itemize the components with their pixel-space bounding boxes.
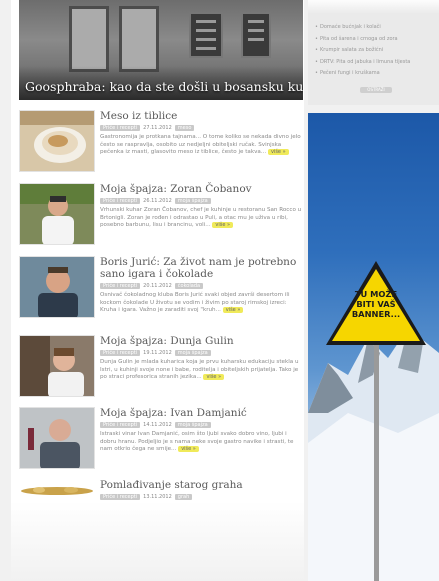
article-title[interactable]: Meso iz tiblice — [100, 110, 304, 122]
article-excerpt: Istraski vinar Ivan Damjanić, osim što l… — [100, 431, 304, 454]
tag-badge[interactable]: moja špajza — [174, 349, 211, 356]
sidebar-item[interactable]: • Domaće bućnjak i kolači — [315, 22, 439, 34]
window-image — [119, 6, 159, 72]
poster-image — [241, 12, 271, 58]
sidebar-list: • Domaće bućnjak i kolači • Pita od šarena… — [315, 22, 439, 80]
sidebar-item[interactable]: • DRTV: Pita od jabuka i limuna tijesta — [315, 57, 439, 69]
excerpt-text: Dunja Gulin je mlada kuharica koja je pr… — [100, 359, 299, 381]
tag-badge[interactable]: meso — [174, 124, 195, 131]
article-title[interactable]: Boris Jurić: Za život nam je potrebno sa… — [100, 256, 304, 280]
sidebar-item-label: DRTV: Pita od jabuka i limuna tijesta — [320, 58, 411, 65]
read-more-link[interactable]: više » — [222, 307, 244, 314]
poster-image — [189, 12, 223, 58]
sidebar-item[interactable]: • Pečeni fungi i kruškama — [315, 68, 439, 80]
read-more-link[interactable]: više » — [203, 374, 225, 381]
tag-badge[interactable]: čokolada — [174, 282, 204, 289]
page: Goosphraba: kao da ste došli u bosansku … — [0, 0, 439, 581]
article-excerpt: Vrhunski kuhar Zoran Čobanov, chef je ku… — [100, 207, 304, 230]
excerpt-text: Vrhunski kuhar Zoran Čobanov, chef je ku… — [100, 207, 302, 229]
article-excerpt: Dunja Gulin je mlada kuharica koja je pr… — [100, 359, 304, 382]
banner-scene-image — [308, 261, 439, 581]
article-date: 13.11.2012 — [143, 493, 172, 500]
category-badge[interactable]: Priče i recepti — [100, 124, 141, 131]
article-thumbnail[interactable] — [19, 256, 95, 318]
category-badge[interactable]: Priče i recepti — [100, 421, 141, 428]
article-excerpt: Gastronomija je protkana tajnama... O to… — [100, 134, 304, 157]
category-badge[interactable]: Priče i recepti — [100, 197, 141, 204]
sidebar-item-label: Krumpir salata za božićni — [320, 47, 384, 53]
article-date: 27.11.2012 — [143, 124, 172, 131]
tag-badge[interactable]: grah — [174, 493, 193, 500]
article-meta: Priče i recepti 27.11.2012 meso — [100, 124, 304, 131]
window-image — [69, 6, 109, 72]
article-thumbnail[interactable] — [19, 479, 95, 499]
article-date: 19.11.2012 — [143, 349, 172, 356]
article-thumbnail[interactable] — [19, 183, 95, 245]
tag-badge[interactable]: moja špajza — [174, 421, 211, 428]
category-badge[interactable]: Priče i recepti — [100, 282, 141, 289]
read-more-link[interactable]: više » — [178, 446, 199, 453]
article-title[interactable]: Moja špajza: Dunja Gulin — [100, 335, 304, 347]
sidebar-item-label: Pita od šarena i crnoga od zora — [320, 35, 398, 42]
list-fade — [0, 501, 305, 581]
article-meta: Priče i recepti 14.11.2012 moja špajza — [100, 421, 304, 428]
sidebar-fade — [308, 0, 439, 14]
hero-title[interactable]: Goosphraba: kao da ste došli u bosansku … — [25, 79, 303, 94]
article-meta: Priče i recepti 13.11.2012 grah — [100, 493, 304, 500]
sidebar-item-label: Domaće bućnjak i kolači — [320, 24, 381, 30]
article-meta: Priče i recepti 26.11.2012 moja špajza — [100, 197, 304, 204]
banner-text: TU MOŽE BITI VAŠ BANNER... — [351, 289, 401, 319]
sidebar-item[interactable]: • Krumpir salata za božićni — [315, 45, 439, 57]
hero-banner[interactable]: Goosphraba: kao da ste došli u bosansku … — [19, 0, 303, 100]
sidebar-item-label: Pečeni fungi i kruškama — [320, 70, 380, 76]
article-thumbnail[interactable] — [19, 110, 95, 172]
sidebar-button[interactable]: OSTRAŽI — [360, 87, 392, 93]
read-more-link[interactable]: više » — [212, 222, 234, 229]
article-thumbnail[interactable] — [19, 407, 95, 469]
category-badge[interactable]: Priče i recepti — [100, 349, 141, 356]
article-title[interactable]: Moja špajza: Ivan Damjanić — [100, 407, 304, 419]
read-more-link[interactable]: više » — [267, 149, 289, 156]
article-title[interactable]: Pomlađivanje starog graha — [100, 479, 304, 491]
article-title[interactable]: Moja špajza: Zoran Čobanov — [100, 183, 304, 195]
article-meta: Priče i recepti 20.11.2012 čokolada — [100, 282, 304, 289]
excerpt-text: Osnivač čokoladnog kluba Boris Jurić sva… — [100, 292, 290, 314]
banner-ad[interactable]: TU MOŽE BITI VAŠ BANNER... — [308, 113, 439, 581]
article-date: 20.11.2012 — [143, 282, 172, 289]
article-meta: Priče i recepti 19.11.2012 moja špajza — [100, 349, 304, 356]
sidebar-item[interactable]: • Pita od šarena i crnoga od zora — [315, 34, 439, 46]
article-thumbnail[interactable] — [19, 335, 95, 397]
category-badge[interactable]: Priče i recepti — [100, 493, 141, 500]
article-date: 14.11.2012 — [143, 421, 172, 428]
main-column: Goosphraba: kao da ste došli u bosansku … — [11, 0, 304, 581]
article-date: 26.11.2012 — [143, 197, 172, 204]
article-excerpt: Osnivač čokoladnog kluba Boris Jurić sva… — [100, 292, 304, 315]
sidebar-box: • Domaće bućnjak i kolači • Pita od šarena… — [308, 0, 439, 105]
tag-badge[interactable]: moja špajza — [174, 197, 211, 204]
